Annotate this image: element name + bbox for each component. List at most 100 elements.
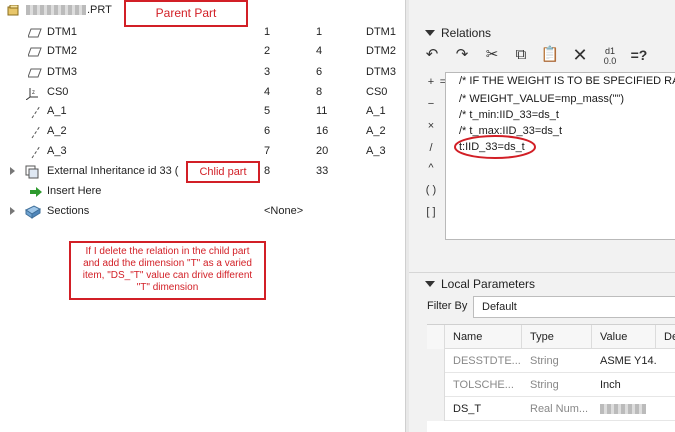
datum-plane-icon xyxy=(27,45,42,57)
model-tree: .PRT DTM1 1 1 DTM1 DTM2 2 4 DTM2 DTM3 3 … xyxy=(0,0,405,432)
multiply-operator-button[interactable]: × xyxy=(421,116,441,136)
redo-icon[interactable]: ↷ xyxy=(451,44,473,66)
row-gutter xyxy=(427,373,445,397)
datum-plane-icon xyxy=(27,66,42,78)
param-value[interactable] xyxy=(592,397,656,421)
tree-row-cs0[interactable]: z CS0 4 8 CS0 xyxy=(0,82,405,102)
tree-row-dtm3[interactable]: DTM3 3 6 DTM3 xyxy=(0,62,405,82)
param-type: Real Num... xyxy=(530,403,589,415)
filter-by-label: Filter By xyxy=(427,300,468,312)
blurred-value xyxy=(600,404,646,415)
relations-panel: Relations ↶ ↷ ✂ ⧉ 📋 ✕ d1 0.0 =? + − × / ^… xyxy=(409,0,675,432)
tree-row-col2: 6 xyxy=(316,66,323,78)
parent-part-callout: Parent Part xyxy=(124,0,248,27)
cut-icon[interactable]: ✂ xyxy=(481,44,503,66)
datum-axis-icon xyxy=(30,145,44,159)
app-window: .PRT DTM1 1 1 DTM1 DTM2 2 4 DTM2 DTM3 3 … xyxy=(0,0,675,432)
minus-operator-button[interactable]: − xyxy=(421,94,441,114)
tree-row-name: Insert Here xyxy=(47,185,102,197)
brackets-button[interactable]: [ ] xyxy=(421,202,441,222)
column-header-value[interactable]: Value xyxy=(592,325,656,349)
tree-row-col1: 8 xyxy=(264,165,271,177)
expand-arrow-icon[interactable] xyxy=(10,167,15,175)
param-name: DS_T xyxy=(453,403,482,415)
copy-icon[interactable]: ⧉ xyxy=(510,44,532,66)
tree-row-a2[interactable]: A_2 6 16 A_2 xyxy=(0,121,405,141)
tree-row-dtm2[interactable]: DTM2 2 4 DTM2 xyxy=(0,41,405,61)
tree-row-sections[interactable]: Sections <None> xyxy=(0,201,405,221)
tree-row-col3: DTM2 xyxy=(366,45,396,57)
power-operator-button[interactable]: ^ xyxy=(421,158,441,178)
column-header-type[interactable]: Type xyxy=(522,325,592,349)
tree-row-col2: 11 xyxy=(316,105,328,117)
tree-row-col2: 8 xyxy=(316,86,323,98)
column-header-name[interactable]: Name xyxy=(445,325,522,349)
tree-row-col1: 7 xyxy=(264,145,271,157)
tree-row-insert-here[interactable]: Insert Here xyxy=(0,181,405,201)
highlight-ellipse xyxy=(454,135,536,159)
tree-row-name: DTM1 xyxy=(47,26,77,38)
relation-line: /* t_min:IID_33=ds_t xyxy=(459,109,559,121)
tree-row-col3: A_2 xyxy=(366,125,386,137)
local-parameters-header[interactable]: Local Parameters xyxy=(409,273,675,295)
evaluate-icon[interactable]: =? xyxy=(628,44,650,66)
parameters-table: Name Type Value De DESSTDTE... String AS… xyxy=(427,324,675,432)
note-callout: If I delete the relation in the child pa… xyxy=(69,241,266,300)
tree-row-name: DTM2 xyxy=(47,45,77,57)
local-parameters-title: Local Parameters xyxy=(441,277,536,291)
datum-plane-icon xyxy=(27,26,42,38)
paste-icon[interactable]: 📋 xyxy=(539,44,561,66)
tree-row-col1: 2 xyxy=(264,45,271,57)
param-value[interactable]: ASME Y14.... xyxy=(592,349,656,373)
param-name: TOLSCHE... xyxy=(453,379,514,391)
tree-row-col1: 1 xyxy=(264,26,271,38)
relations-editor[interactable]: /* IF THE WEIGHT IS TO BE SPECIFIED RAT … xyxy=(445,72,675,240)
relations-title: Relations xyxy=(441,26,492,40)
param-type: String xyxy=(530,355,559,367)
coordinate-system-icon: z xyxy=(25,86,40,101)
delete-icon[interactable]: ✕ xyxy=(569,44,591,66)
tree-row-col1: 6 xyxy=(264,125,271,137)
filter-by-select[interactable]: Default xyxy=(473,296,675,318)
tree-row-name: Sections xyxy=(47,205,90,217)
root-part-label: .PRT xyxy=(87,4,112,16)
datum-axis-icon xyxy=(30,105,44,119)
tree-row-col2: 1 xyxy=(316,26,323,38)
tree-row-col2: 16 xyxy=(316,125,329,137)
tree-row-col1: 3 xyxy=(264,66,271,78)
undo-icon[interactable]: ↶ xyxy=(421,44,443,66)
row-gutter xyxy=(427,349,445,373)
collapse-arrow-icon[interactable] xyxy=(425,30,435,36)
show-dimension-icon[interactable]: d1 0.0 xyxy=(599,44,621,66)
tree-row-col3: DTM1 xyxy=(366,26,396,38)
tree-row-col2: 33 xyxy=(316,165,329,177)
tree-row-col1: <None> xyxy=(264,205,304,217)
column-header-description[interactable]: De xyxy=(656,325,675,349)
table-row[interactable]: TOLSCHE... String Inch xyxy=(427,373,675,397)
divide-operator-button[interactable]: / xyxy=(421,138,441,158)
tree-row-a3[interactable]: A_3 7 20 A_3 xyxy=(0,141,405,161)
expand-arrow-icon[interactable] xyxy=(10,207,15,215)
child-part-callout: Chlid part xyxy=(186,161,260,183)
param-value[interactable]: Inch xyxy=(592,373,656,397)
relations-section-header[interactable]: Relations xyxy=(409,22,675,44)
insert-arrow-icon xyxy=(29,185,43,197)
tree-row-a1[interactable]: A_1 5 11 A_1 xyxy=(0,101,405,121)
param-type: String xyxy=(530,379,559,391)
relation-line: /* IF THE WEIGHT IS TO BE SPECIFIED RAT xyxy=(459,75,675,87)
tree-row-col3: CS0 xyxy=(366,86,388,98)
tree-row-col3: DTM3 xyxy=(366,66,396,78)
tree-row-name: CS0 xyxy=(47,86,69,98)
table-corner xyxy=(427,325,445,349)
collapse-arrow-icon[interactable] xyxy=(425,281,435,287)
parentheses-button[interactable]: ( ) xyxy=(421,180,441,200)
relation-line: /* WEIGHT_VALUE=mp_mass("") xyxy=(459,93,624,105)
table-row[interactable]: DS_T Real Num... xyxy=(427,397,675,421)
external-inheritance-icon xyxy=(25,165,39,179)
tree-row-col3: A_3 xyxy=(366,145,386,157)
row-gutter xyxy=(427,397,445,421)
table-row[interactable]: DESSTDTE... String ASME Y14.... xyxy=(427,349,675,373)
tree-row-col1: 5 xyxy=(264,105,271,117)
tree-row-col2: 20 xyxy=(316,145,329,157)
param-name: DESSTDTE... xyxy=(453,355,521,367)
